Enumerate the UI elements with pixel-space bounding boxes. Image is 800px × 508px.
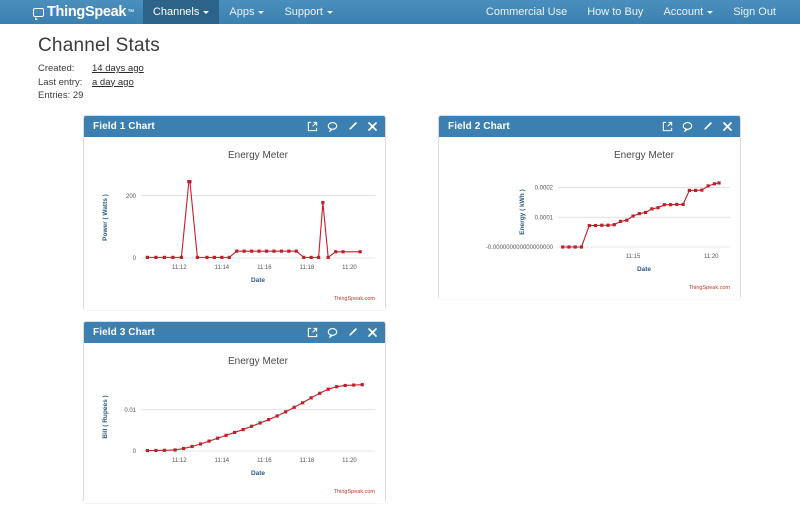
svg-text:11:18: 11:18 [300, 458, 315, 464]
nav-item-commercial-use-label: Commercial Use [485, 6, 568, 18]
close-icon[interactable] [367, 327, 378, 338]
stats-entries-value: 29 [72, 90, 84, 101]
navbar-right-group: Commercial Use How to Buy Account Sign O… [476, 0, 800, 24]
svg-text:11:16: 11:16 [257, 265, 272, 271]
edit-pencil-icon[interactable] [347, 121, 358, 132]
panel-tool-group [662, 121, 733, 132]
stats-row-last-entry: Last entry: a day ago [38, 76, 800, 90]
svg-text:11:14: 11:14 [215, 458, 230, 464]
edit-pencil-icon[interactable] [347, 327, 358, 338]
close-icon[interactable] [722, 121, 733, 132]
svg-text:ThingSpeak.com: ThingSpeak.com [334, 296, 376, 302]
panel-body: Energy Meter 0 200 11:12 11:14 11:16 11:18 11:2… [84, 136, 385, 310]
panel-title: Field 2 Chart [448, 120, 510, 132]
stats-created-value[interactable]: 14 days ago [90, 63, 144, 74]
nav-item-channels-label: Channels [152, 6, 200, 18]
stats-row-entries: Entries: 29 [38, 89, 800, 103]
comment-icon[interactable] [327, 327, 338, 338]
svg-text:0: 0 [133, 256, 137, 262]
panel-tool-group [307, 327, 378, 338]
field-2-chart[interactable]: Energy Meter -0.000000000000000000 0.0001 0… [439, 137, 740, 299]
svg-text:11:18: 11:18 [300, 265, 315, 271]
panel-body: Energy Meter 0 0.01 11:12 11:14 11:16 11:18 11:… [84, 342, 385, 503]
svg-text:Energy Meter: Energy Meter [228, 356, 289, 367]
export-icon[interactable] [307, 327, 318, 338]
panel-field-2-chart: Field 2 Chart Energy Meter -0.0000000000… [438, 114, 741, 299]
nav-item-apps[interactable]: Apps [219, 0, 274, 24]
svg-text:11:12: 11:12 [172, 458, 187, 464]
stats-last-entry-value[interactable]: a day ago [90, 77, 134, 88]
nav-item-channels[interactable]: Channels [142, 0, 220, 24]
svg-text:0.0002: 0.0002 [535, 185, 554, 191]
speech-bubble-icon [33, 7, 44, 20]
panel-title: Field 3 Chart [93, 326, 155, 338]
nav-item-account-label: Account [663, 6, 704, 18]
nav-item-sign-out[interactable]: Sign Out [723, 0, 786, 24]
nav-item-how-to-buy[interactable]: How to Buy [577, 0, 653, 24]
thingspeak-logo[interactable]: ThingSpeak ™ [0, 0, 143, 24]
stats-row-created: Created: 14 days ago [38, 62, 800, 76]
page-content: Channel Stats Created: 14 days ago Last e… [0, 24, 800, 503]
svg-text:11:20: 11:20 [342, 265, 357, 271]
stats-entries-label: Entries: [38, 90, 71, 101]
nav-item-commercial-use[interactable]: Commercial Use [476, 0, 577, 24]
panel-body: Energy Meter -0.000000000000000000 0.0001 0… [439, 136, 740, 299]
svg-text:11:16: 11:16 [257, 458, 272, 464]
nav-item-how-to-buy-label: How to Buy [587, 6, 644, 18]
nav-item-account[interactable]: Account [653, 0, 723, 24]
svg-text:-0.000000000000000000: -0.000000000000000000 [486, 245, 554, 251]
svg-text:11:14: 11:14 [215, 265, 230, 271]
page-title: Channel Stats [38, 35, 160, 56]
nav-item-sign-out-label: Sign Out [733, 6, 776, 18]
svg-text:11:20: 11:20 [342, 458, 357, 464]
brand-name: ThingSpeak [47, 4, 127, 20]
svg-text:ThingSpeak.com: ThingSpeak.com [334, 489, 376, 495]
comment-icon[interactable] [682, 121, 693, 132]
field-1-chart[interactable]: Energy Meter 0 200 11:12 11:14 11:16 11:18 11:2… [84, 137, 385, 310]
stats-last-entry-label: Last entry: [38, 76, 83, 88]
top-navbar: ThingSpeak ™ Channels Apps Support Commer… [0, 0, 800, 24]
nav-item-apps-label: Apps [229, 6, 255, 18]
panel-tool-group [307, 121, 378, 132]
svg-text:11:15: 11:15 [626, 254, 641, 260]
svg-text:Power ( Watts ): Power ( Watts ) [102, 194, 109, 241]
panel-field-1-chart: Field 1 Chart Energy Meter 0 200 11:12 1… [83, 114, 386, 310]
svg-text:0: 0 [133, 449, 137, 455]
svg-text:Bill ( Rupees ): Bill ( Rupees ) [102, 395, 109, 438]
svg-text:Energy ( kWh ): Energy ( kWh ) [519, 189, 526, 235]
svg-text:Date: Date [251, 470, 265, 477]
panel-header: Field 3 Chart [84, 321, 385, 343]
panel-field-3-chart: Field 3 Chart Energy Meter 0 0.01 11:12 … [83, 320, 386, 503]
svg-text:0.01: 0.01 [124, 407, 136, 413]
nav-item-support[interactable]: Support [274, 0, 343, 24]
chevron-down-icon [707, 10, 714, 14]
chevron-down-icon [326, 10, 333, 14]
trademark-symbol: ™ [127, 8, 134, 16]
svg-text:11:20: 11:20 [704, 254, 719, 260]
export-icon[interactable] [307, 121, 318, 132]
svg-text:ThingSpeak.com: ThingSpeak.com [689, 285, 731, 291]
svg-text:200: 200 [126, 193, 137, 199]
stats-created-label: Created: [38, 63, 75, 74]
nav-item-support-label: Support [284, 6, 323, 18]
svg-text:Energy Meter: Energy Meter [614, 150, 675, 161]
svg-text:0.0001: 0.0001 [535, 215, 554, 221]
svg-text:11:12: 11:12 [172, 265, 187, 271]
panel-header: Field 2 Chart [439, 115, 740, 137]
export-icon[interactable] [662, 121, 673, 132]
channel-stats-block: Created: 14 days ago Last entry: a day ago… [0, 57, 800, 103]
svg-text:Date: Date [637, 266, 651, 273]
field-3-chart[interactable]: Energy Meter 0 0.01 11:12 11:14 11:16 11:18 11:… [84, 343, 385, 503]
svg-text:Energy Meter: Energy Meter [228, 150, 289, 161]
svg-text:Date: Date [251, 277, 265, 284]
chevron-down-icon [258, 10, 265, 14]
panel-header: Field 1 Chart [84, 115, 385, 137]
navbar-left-group: ThingSpeak ™ Channels Apps Support [0, 0, 343, 24]
panel-title: Field 1 Chart [93, 120, 155, 132]
comment-icon[interactable] [327, 121, 338, 132]
close-icon[interactable] [367, 121, 378, 132]
edit-pencil-icon[interactable] [702, 121, 713, 132]
chevron-down-icon [203, 10, 210, 14]
